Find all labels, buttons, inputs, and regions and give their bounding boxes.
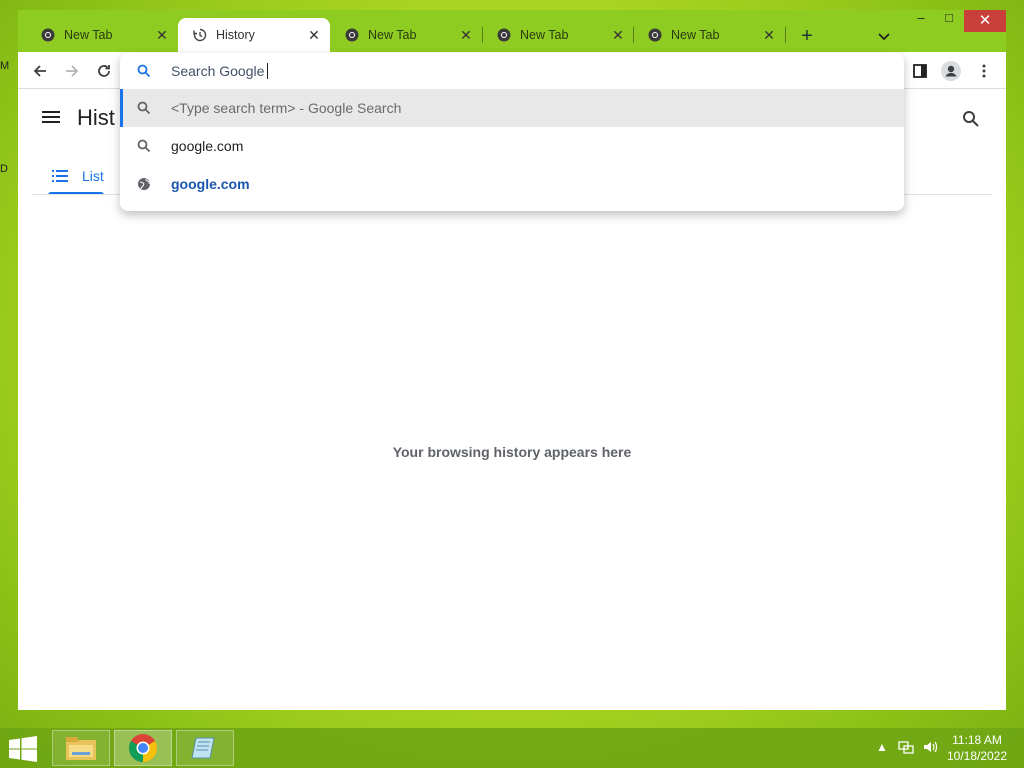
chrome-icon [496,27,512,43]
reload-icon[interactable] [94,61,114,81]
chrome-taskbar-icon[interactable] [114,730,172,766]
maximize-button[interactable]: □ [936,10,962,32]
close-icon[interactable]: ✕ [154,27,170,43]
search-icon[interactable] [962,110,980,133]
text-caret [267,63,268,79]
tab-new-tab-4[interactable]: New Tab ✕ [482,18,634,52]
omnibox-suggestion[interactable]: google.com [120,127,904,165]
page-title: Hist [77,105,115,130]
clock-date: 10/18/2022 [946,749,1008,763]
address-bar-input[interactable] [171,61,871,81]
close-icon[interactable]: ✕ [761,27,777,43]
taskbar: ▲ 11:18 AM 10/18/2022 [0,728,1024,768]
close-window-button[interactable]: ✕ [964,10,1006,32]
suggestion-text: google.com [171,176,250,192]
globe-icon [137,177,151,191]
desktop-icon-label-fragment: D [0,163,8,175]
search-icon [137,139,151,153]
tab-separator [785,27,786,43]
tab-title: New Tab [368,28,417,42]
chrome-icon [647,27,663,43]
show-hidden-icons-icon[interactable]: ▲ [876,740,888,754]
chrome-icon [40,27,56,43]
tab-new-tab-5[interactable]: New Tab ✕ [633,18,785,52]
minimize-button[interactable]: – [908,10,934,32]
tab-title: New Tab [520,28,569,42]
clock-time: 11:18 AM [952,733,1002,747]
history-icon [192,27,208,43]
chrome-icon [344,27,360,43]
list-icon [52,170,68,182]
notepad-icon[interactable] [176,730,234,766]
omnibox [120,53,904,89]
close-icon[interactable]: ✕ [610,27,626,43]
more-options-icon[interactable] [974,61,994,81]
close-icon[interactable]: ✕ [306,27,322,43]
network-icon[interactable] [898,739,914,758]
tab-title: New Tab [64,28,113,42]
volume-icon[interactable] [922,739,938,758]
tab-strip: New Tab ✕ History ✕ New Tab ✕ New Tab ✕ [18,10,1006,52]
empty-history-message: Your browsing history appears here [392,444,632,460]
hamburger-menu-icon[interactable] [42,109,62,127]
close-icon[interactable]: ✕ [458,27,474,43]
suggestion-suffix: - Google Search [295,100,402,116]
omnibox-suggestion[interactable]: <Type search term> - Google Search [120,89,904,127]
tab-list-label: List [82,168,104,184]
tab-history[interactable]: History ✕ [178,18,330,52]
side-panel-icon[interactable] [910,61,930,81]
omnibox-suggestion[interactable]: google.com [120,165,904,203]
chevron-down-icon[interactable] [876,28,892,44]
desktop-icon-label-fragment: M [0,60,10,72]
new-tab-button[interactable]: + [796,26,818,48]
search-icon [137,64,151,83]
omnibox-dropdown: <Type search term> - Google Search googl… [120,53,904,211]
tab-title: New Tab [671,28,720,42]
windows-start-icon[interactable] [8,736,40,762]
search-icon [137,101,151,115]
tab-new-tab-1[interactable]: New Tab ✕ [26,18,178,52]
suggestion-text: google.com [171,138,244,154]
profile-avatar-icon[interactable] [941,61,961,81]
tab-list[interactable]: List [48,159,104,195]
suggestion-text: <Type search term> [171,100,296,116]
back-icon[interactable] [30,61,50,81]
file-explorer-icon[interactable] [52,730,110,766]
tab-new-tab-3[interactable]: New Tab ✕ [330,18,482,52]
system-clock[interactable]: 11:18 AM 10/18/2022 [942,732,1012,764]
tab-title: History [216,28,255,42]
forward-icon[interactable] [62,61,82,81]
